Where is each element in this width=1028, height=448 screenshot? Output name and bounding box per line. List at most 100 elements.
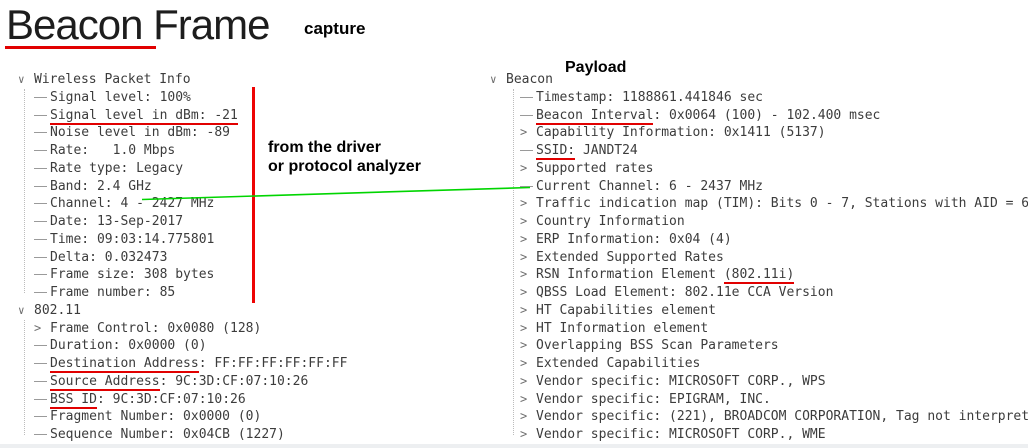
tree-branch-line: [34, 132, 47, 133]
tree-item[interactable]: >Supported rates: [486, 160, 1028, 178]
tree-branch-line: [34, 239, 47, 240]
tree-item-text: QBSS Load Element: 802.11e CCA Version: [536, 285, 833, 300]
tree-item[interactable]: Timestamp: 1188861.441846 sec: [486, 89, 1028, 107]
tree-item-text: HT Capabilities element: [536, 303, 716, 318]
tree-item-text-red-underlined: Source Address: [50, 374, 160, 391]
chevron-right-icon[interactable]: >: [520, 391, 536, 409]
tree-item-text: Date: 13-Sep-2017: [50, 214, 183, 229]
tree-item[interactable]: >Vendor specific: MICROSOFT CORP., WPS: [486, 373, 1028, 391]
tree-item[interactable]: >Vendor specific: MICROSOFT CORP., WME: [486, 426, 1028, 444]
tree-item[interactable]: >HT Capabilities element: [486, 302, 1028, 320]
tree-root-item[interactable]: ∨802.11: [14, 302, 484, 320]
tree-root-item[interactable]: ∨Beacon: [486, 71, 1028, 89]
tree-item[interactable]: Current Channel: 6 - 2437 MHz: [486, 178, 1028, 196]
tree-item[interactable]: Frame size: 308 bytes: [14, 266, 484, 284]
chevron-right-icon[interactable]: >: [520, 231, 536, 249]
tree-branch-line: [34, 203, 47, 204]
tree-item[interactable]: Rate: 1.0 Mbps: [14, 142, 484, 160]
tree-branch-line: [520, 115, 533, 116]
page-title: Beacon Frame: [6, 0, 269, 50]
beacon-frame-capture-page: Beacon Frame capture Payload from the dr…: [0, 0, 1028, 448]
tree-item[interactable]: Band: 2.4 GHz: [14, 178, 484, 196]
chevron-right-icon[interactable]: >: [520, 213, 536, 231]
tree-item[interactable]: Noise level in dBm: -89: [14, 124, 484, 142]
tree-root-label: Wireless Packet Info: [34, 72, 191, 87]
tree-item-text: Channel: 4 - 2427 MHz: [50, 196, 214, 211]
tree-item-text: Supported rates: [536, 161, 653, 176]
chevron-down-icon[interactable]: ∨: [18, 302, 34, 320]
tree-item[interactable]: >Traffic indication map (TIM): Bits 0 - …: [486, 195, 1028, 213]
tree-item[interactable]: Delta: 0.032473: [14, 249, 484, 267]
tree-branch-line: [520, 97, 533, 98]
tree-branch-line: [34, 292, 47, 293]
tree-item[interactable]: Time: 09:03:14.775801: [14, 231, 484, 249]
tree-item[interactable]: >ERP Information: 0x04 (4): [486, 231, 1028, 249]
tree-root-item[interactable]: ∨Wireless Packet Info: [14, 71, 484, 89]
tree-item[interactable]: Channel: 4 - 2427 MHz: [14, 195, 484, 213]
tree-item-text-red-underlined: Destination Address: [50, 356, 199, 373]
tree-item-text-red-underlined: Beacon Interval: [536, 108, 653, 125]
tree-branch-line: [34, 274, 47, 275]
tree-item[interactable]: >Overlapping BSS Scan Parameters: [486, 337, 1028, 355]
tree-branch-line: [34, 381, 47, 382]
tree-item[interactable]: >Vendor specific: (221), BROADCOM CORPOR…: [486, 408, 1028, 426]
tree-item-text: Frame size: 308 bytes: [50, 267, 214, 282]
chevron-down-icon[interactable]: ∨: [490, 71, 506, 89]
capture-annotation: capture: [304, 19, 365, 39]
tree-item[interactable]: SSID: JANDT24: [486, 142, 1028, 160]
tree-item[interactable]: BSS ID: 9C:3D:CF:07:10:26: [14, 391, 484, 409]
tree-root-label: 802.11: [34, 303, 81, 318]
tree-item[interactable]: Source Address: 9C:3D:CF:07:10:26: [14, 373, 484, 391]
chevron-right-icon[interactable]: >: [520, 426, 536, 444]
beacon-payload-tree: ∨BeaconTimestamp: 1188861.441846 sec Beac…: [486, 71, 1028, 444]
tree-item-text: Noise level in dBm: -89: [50, 125, 230, 140]
chevron-right-icon[interactable]: >: [520, 320, 536, 338]
tree-item-text: Delta: 0.032473: [50, 250, 167, 265]
chevron-right-icon[interactable]: >: [520, 302, 536, 320]
tree-item[interactable]: Rate type: Legacy: [14, 160, 484, 178]
tree-item-text: Sequence Number: 0x04CB (1227): [50, 427, 285, 442]
chevron-right-icon[interactable]: >: [520, 337, 536, 355]
chevron-right-icon[interactable]: >: [520, 124, 536, 142]
tree-item[interactable]: Signal level: 100%: [14, 89, 484, 107]
tree-item[interactable]: Beacon Interval: 0x0064 (100) - 102.400 …: [486, 107, 1028, 125]
tree-branch-line: [520, 186, 533, 187]
tree-item[interactable]: >QBSS Load Element: 802.11e CCA Version: [486, 284, 1028, 302]
tree-item-text: Fragment Number: 0x0000 (0): [50, 409, 261, 424]
tree-item[interactable]: Duration: 0x0000 (0): [14, 337, 484, 355]
tree-item[interactable]: Fragment Number: 0x0000 (0): [14, 408, 484, 426]
tree-item-text: Timestamp: 1188861.441846 sec: [536, 90, 763, 105]
tree-item-text: Duration: 0x0000 (0): [50, 338, 207, 353]
tree-item[interactable]: >Frame Control: 0x0080 (128): [14, 320, 484, 338]
chevron-right-icon[interactable]: >: [34, 320, 50, 338]
tree-item[interactable]: >Country Information: [486, 213, 1028, 231]
tree-item[interactable]: >Extended Capabilities: [486, 355, 1028, 373]
chevron-right-icon[interactable]: >: [520, 160, 536, 178]
tree-item[interactable]: Signal level in dBm: -21: [14, 107, 484, 125]
tree-item[interactable]: >Extended Supported Rates: [486, 249, 1028, 267]
tree-branch-line: [34, 416, 47, 417]
tree-item[interactable]: >Capability Information: 0x1411 (5137): [486, 124, 1028, 142]
tree-branch-line: [34, 150, 47, 151]
tree-item[interactable]: Sequence Number: 0x04CB (1227): [14, 426, 484, 444]
chevron-right-icon[interactable]: >: [520, 249, 536, 267]
tree-branch-line: [34, 97, 47, 98]
chevron-right-icon[interactable]: >: [520, 408, 536, 426]
tree-item-text-red-underlined: BSS ID: [50, 392, 97, 409]
chevron-right-icon[interactable]: >: [520, 373, 536, 391]
tree-item[interactable]: Destination Address: FF:FF:FF:FF:FF:FF: [14, 355, 484, 373]
tree-item[interactable]: >RSN Information Element (802.11i): [486, 266, 1028, 284]
chevron-right-icon[interactable]: >: [520, 195, 536, 213]
chevron-right-icon[interactable]: >: [520, 284, 536, 302]
chevron-right-icon[interactable]: >: [520, 266, 536, 284]
tree-item[interactable]: Frame number: 85: [14, 284, 484, 302]
tree-item-text: Traffic indication map (TIM): Bits 0 - 7…: [536, 196, 1028, 211]
tree-item-text: Vendor specific: (221), BROADCOM CORPORA…: [536, 409, 1028, 424]
tree-connector-line: [24, 89, 25, 293]
tree-item[interactable]: Date: 13-Sep-2017: [14, 213, 484, 231]
tree-item[interactable]: >Vendor specific: EPIGRAM, INC.: [486, 391, 1028, 409]
chevron-right-icon[interactable]: >: [520, 355, 536, 373]
chevron-down-icon[interactable]: ∨: [18, 71, 34, 89]
tree-item-text: Frame number: 85: [50, 285, 175, 300]
tree-item[interactable]: >HT Information element: [486, 320, 1028, 338]
